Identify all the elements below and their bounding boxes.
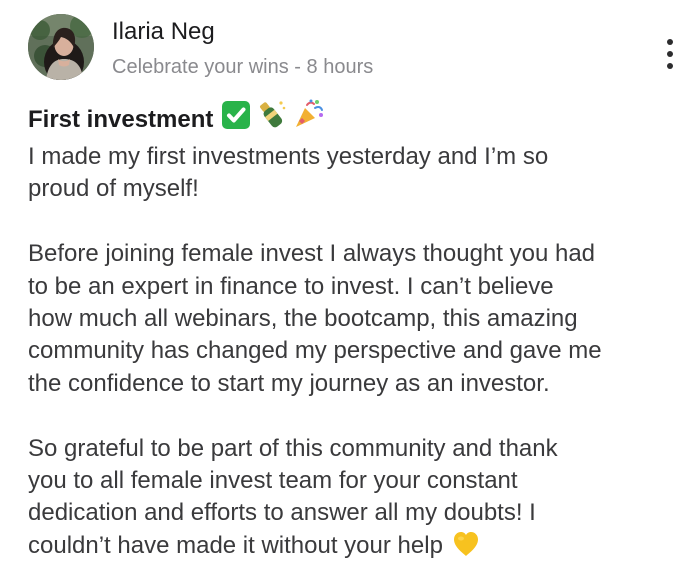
body-line: how much all webinars, the bootcamp, thi… bbox=[28, 305, 578, 333]
author-name[interactable]: Ilaria Neg bbox=[112, 18, 215, 46]
body-line: dedication and efforts to answer all my … bbox=[28, 499, 536, 527]
body-line: I made my first investments yesterday an… bbox=[28, 143, 549, 170]
yellow-heart-emoji bbox=[451, 530, 481, 563]
avatar[interactable] bbox=[28, 14, 94, 80]
champagne-emoji bbox=[254, 98, 288, 141]
body-line: community has changed my perspective and… bbox=[28, 337, 602, 365]
body-line: So grateful to be part of this community… bbox=[28, 434, 558, 462]
body-line: the confidence to start my journey as an… bbox=[28, 369, 550, 397]
check-mark-emoji bbox=[221, 100, 251, 139]
post-body: First investment I made my first investm… bbox=[28, 98, 688, 563]
body-line: to be an expert in finance to invest. I … bbox=[28, 272, 554, 300]
vertical-more-icon bbox=[667, 39, 673, 69]
more-options-button[interactable] bbox=[656, 34, 684, 74]
body-line: you to all female invest team for your c… bbox=[28, 467, 518, 495]
title-line: First investment bbox=[28, 98, 688, 141]
post-header: Ilaria Neg Celebrate your wins - 8 hours bbox=[28, 14, 678, 80]
post-title: First investment bbox=[28, 105, 214, 133]
body-line: couldn’t have made it without your help bbox=[28, 532, 443, 560]
post-card: Ilaria Neg Celebrate your wins - 8 hours… bbox=[0, 0, 700, 568]
body-line: proud of myself! bbox=[28, 175, 199, 203]
title-emojis bbox=[221, 98, 328, 141]
avatar-image bbox=[28, 14, 94, 80]
party-popper-emoji bbox=[291, 98, 325, 141]
post-meta: Celebrate your wins - 8 hours bbox=[112, 56, 374, 78]
final-line: couldn’t have made it without your help bbox=[28, 530, 688, 563]
body-line: Before joining female invest I always th… bbox=[28, 240, 596, 268]
